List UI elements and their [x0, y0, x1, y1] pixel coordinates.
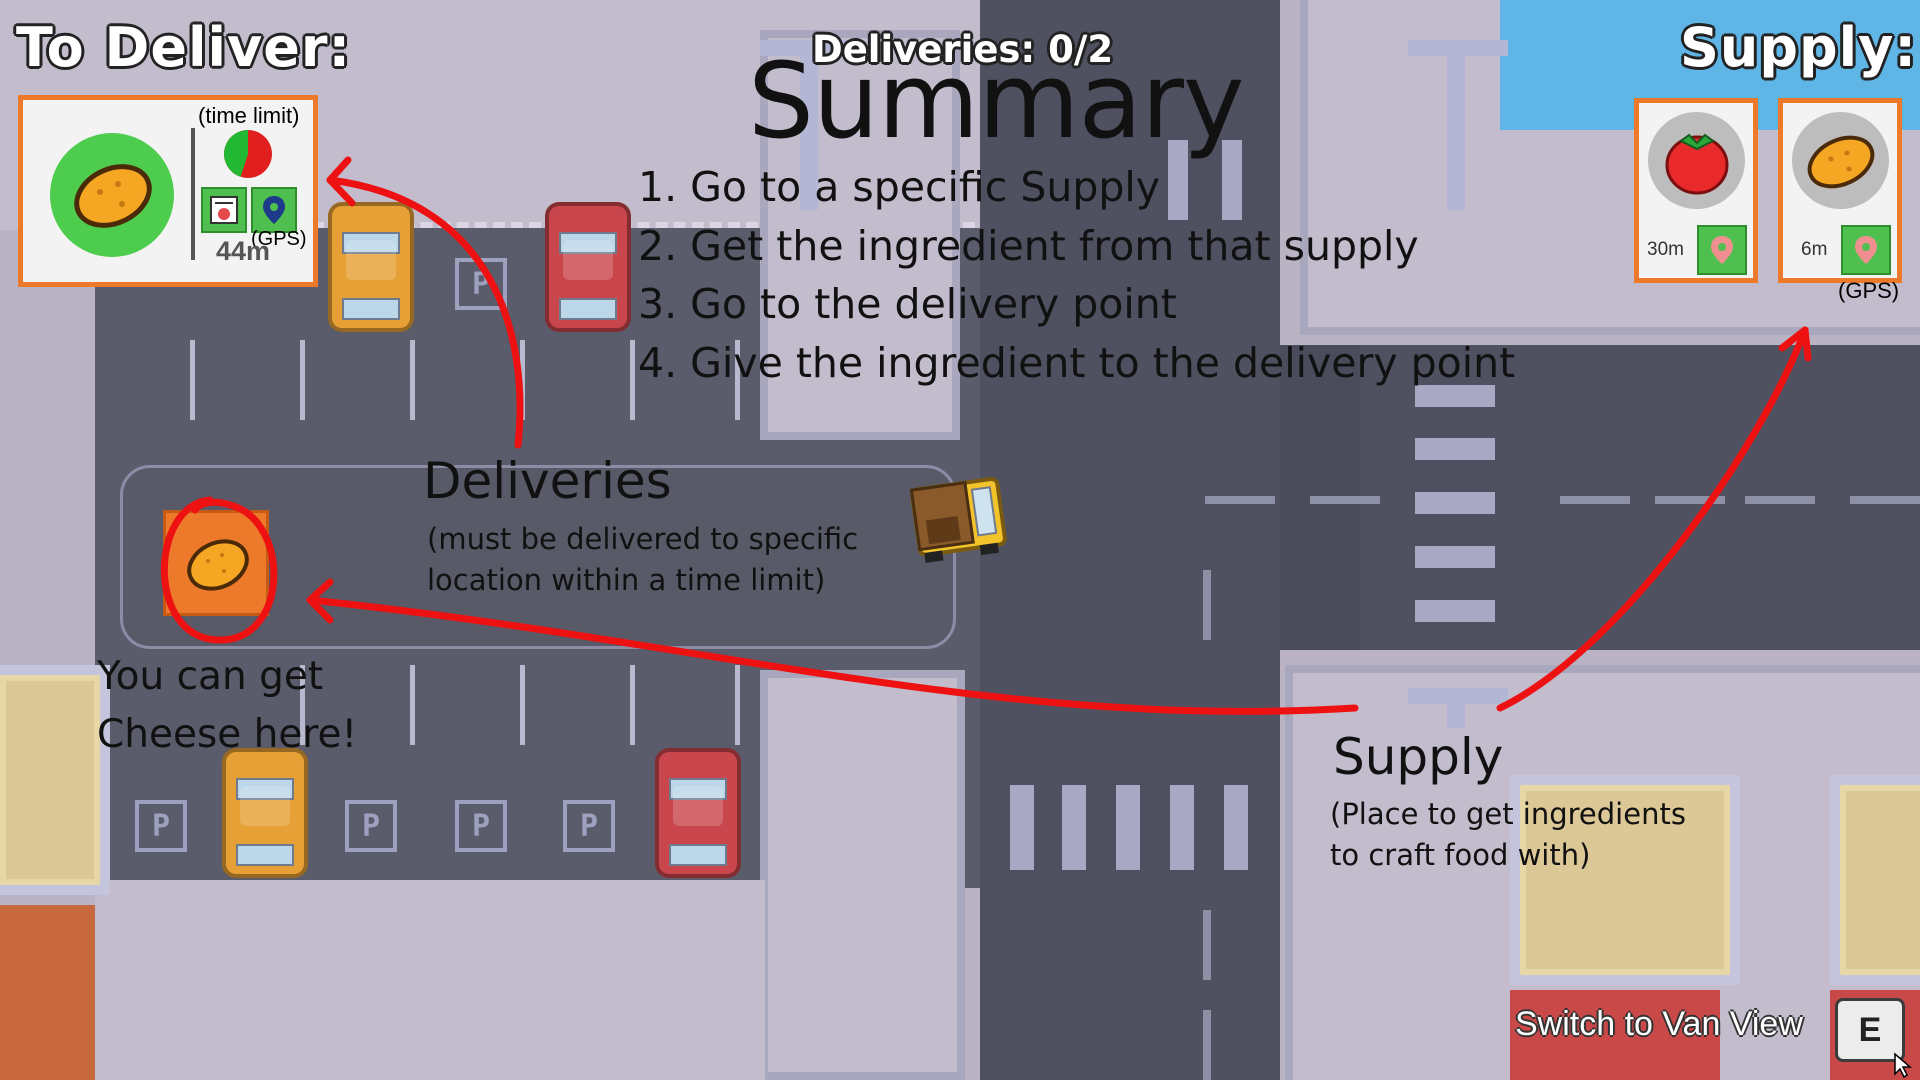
- recipe-card-icon: [210, 196, 238, 224]
- order-recipe-button[interactable]: [201, 187, 247, 233]
- map-pin-icon: [1711, 236, 1733, 264]
- summary-step: 2. Get the ingredient from that supply: [638, 221, 1419, 270]
- cheese-note-line: Cheese here!: [97, 712, 358, 757]
- order-divider: [191, 128, 195, 260]
- supply-desc-line: to craft food with): [1330, 838, 1591, 872]
- supply-description: (Place to get ingredients to craft food …: [1330, 794, 1686, 876]
- map-pin-icon: [263, 196, 285, 224]
- potato-icon: [74, 164, 152, 228]
- supply-card-tomato[interactable]: 30m: [1634, 98, 1758, 283]
- timer-pie: [224, 130, 272, 178]
- potato-icon: [1807, 135, 1875, 189]
- cheese-note: You can get Cheese here!: [97, 648, 357, 764]
- supply-title: Supply:: [1680, 16, 1917, 79]
- supply-desc-line: (Place to get ingredients: [1330, 797, 1686, 831]
- arrow-to-order-card: [326, 176, 524, 449]
- switch-view-label: Switch to Van View: [1515, 1005, 1803, 1043]
- deliveries-desc-line: location within a time limit): [427, 563, 826, 597]
- supply-gps-button[interactable]: [1697, 225, 1747, 275]
- arrow-supply-to-delivery: [306, 596, 1359, 715]
- game-viewport: P P P P P Summary 1. Go to a specific Su…: [0, 0, 1920, 1080]
- summary-step: 3. Go to the delivery point: [638, 280, 1177, 328]
- supply-gps-button[interactable]: [1841, 225, 1891, 275]
- map-pin-icon: [1855, 236, 1877, 264]
- deliveries-counter: Deliveries: 0/2: [812, 28, 1114, 71]
- supply-distance: 6m: [1801, 239, 1828, 260]
- deliveries-heading: Deliveries: [423, 452, 672, 510]
- order-card[interactable]: (time limit) (GPS) 44m: [18, 95, 318, 287]
- supply-heading: Supply: [1333, 728, 1504, 786]
- summary-steps: 1. Go to a specific Supply 2. Get the in…: [638, 158, 1515, 392]
- mouse-cursor-icon: [1894, 1052, 1913, 1078]
- supply-card-potato[interactable]: 6m: [1778, 98, 1902, 283]
- order-distance: 44m: [216, 236, 271, 266]
- to-deliver-title: To Deliver:: [16, 16, 352, 79]
- cheese-note-line: You can get: [97, 654, 324, 699]
- circle-delivery-point: [160, 496, 278, 644]
- order-gps-button[interactable]: [251, 187, 297, 233]
- tomato-icon: [1665, 133, 1729, 195]
- deliveries-desc-line: (must be delivered to specific: [427, 522, 859, 556]
- time-limit-label: (time limit): [198, 103, 300, 128]
- arrow-supply-to-hud: [1496, 326, 1809, 712]
- supply-gps-label: (GPS): [1838, 278, 1900, 303]
- summary-step: 4. Give the ingredient to the delivery p…: [638, 338, 1516, 387]
- summary-step: 1. Go to a specific Supply: [638, 163, 1161, 211]
- deliveries-description: (must be delivered to specific location …: [427, 519, 858, 601]
- supply-distance: 30m: [1647, 239, 1684, 260]
